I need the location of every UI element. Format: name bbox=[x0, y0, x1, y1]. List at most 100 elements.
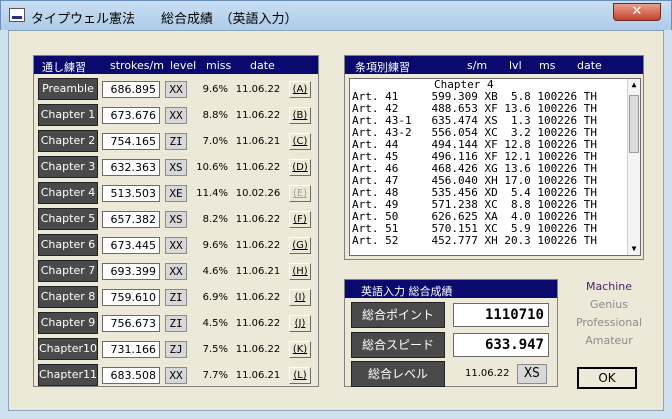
col-sm: s/m bbox=[467, 59, 488, 72]
level-option: Machine bbox=[585, 280, 633, 293]
level-value: ZI bbox=[165, 133, 187, 150]
date-value: 10.02.26 bbox=[235, 188, 281, 199]
miss-value: 10.6% bbox=[196, 162, 228, 173]
articles-list[interactable]: Chapter 4 Art. 41 599.309 XB 5.8 100226 … bbox=[349, 78, 641, 256]
miss-value: 9.6% bbox=[202, 84, 228, 95]
chapter-button[interactable]: Chapter 7 bbox=[38, 260, 98, 282]
level-option: Genius bbox=[589, 298, 629, 311]
level-option: Professional bbox=[575, 316, 643, 329]
window-title: タイプウェル憲法 総合成績 （英語入力） bbox=[31, 12, 298, 27]
col-level: level bbox=[170, 59, 197, 72]
scroll-down-arrow[interactable]: ▼ bbox=[628, 243, 640, 255]
practice-title: 通し練習 bbox=[42, 61, 86, 74]
col-strokes: strokes/m bbox=[110, 59, 164, 72]
chapter-button[interactable]: Chapter 6 bbox=[38, 234, 98, 256]
miss-value: 8.2% bbox=[202, 214, 228, 225]
level-option: Amateur bbox=[585, 334, 633, 347]
miss-value: 4.5% bbox=[202, 318, 228, 329]
miss-value: 8.8% bbox=[202, 110, 228, 121]
miss-value: 11.4% bbox=[196, 188, 228, 199]
app-icon[interactable] bbox=[9, 8, 25, 22]
total-speed-value: 633.947 bbox=[453, 333, 549, 357]
article-rows: Art. 41 599.309 XB 5.8 100226 TH Art. 42 … bbox=[350, 91, 640, 247]
chapter-button[interactable]: Chapter 1 bbox=[38, 104, 98, 126]
level-value: XE bbox=[165, 185, 187, 202]
chapter-button[interactable]: Chapter11 bbox=[38, 364, 98, 386]
close-button[interactable]: ✕ bbox=[613, 3, 661, 21]
strokes-value: 683.508 bbox=[102, 367, 160, 384]
level-value: ZJ bbox=[165, 341, 187, 358]
date-value: 11.06.22 bbox=[235, 162, 281, 173]
detail-link-button[interactable]: (J) bbox=[289, 315, 311, 332]
level-value: XX bbox=[165, 263, 187, 280]
chapter-button[interactable]: Chapter 2 bbox=[38, 130, 98, 152]
date-value: 11.06.22 bbox=[235, 292, 281, 303]
strokes-value: 693.399 bbox=[102, 263, 160, 280]
summary-title: 英語入力 総合成績 bbox=[361, 285, 453, 298]
level-value: ZI bbox=[165, 289, 187, 306]
detail-link-button[interactable]: (I) bbox=[289, 289, 311, 306]
detail-link-button[interactable]: (B) bbox=[289, 107, 311, 124]
miss-value: 7.5% bbox=[202, 344, 228, 355]
date-value: 11.06.22 bbox=[235, 110, 281, 121]
miss-value: 4.6% bbox=[202, 266, 228, 277]
level-value: XS bbox=[165, 211, 187, 228]
chapter-button[interactable]: Chapter 9 bbox=[38, 312, 98, 334]
detail-link-button[interactable]: (C) bbox=[289, 133, 311, 150]
date-value: 11.06.22 bbox=[235, 344, 281, 355]
detail-link-button[interactable]: (K) bbox=[289, 341, 311, 358]
chapter-button[interactable]: Chapter 3 bbox=[38, 156, 98, 178]
detail-link-button[interactable]: (L) bbox=[289, 367, 311, 384]
title-bar: タイプウェル憲法 総合成績 （英語入力） ✕ bbox=[0, 0, 672, 30]
detail-link-button[interactable]: (H) bbox=[289, 263, 311, 280]
level-value: XX bbox=[165, 367, 187, 384]
detail-link-button[interactable]: (G) bbox=[289, 237, 311, 254]
col-miss: miss bbox=[206, 59, 232, 72]
chapter-button[interactable]: Chapter 5 bbox=[38, 208, 98, 230]
practice-panel: 通し練習 strokes/m level miss date Preamble 6… bbox=[33, 55, 319, 387]
detail-link-button: (E) bbox=[289, 185, 311, 202]
chapter-button[interactable]: Chapter 8 bbox=[38, 286, 98, 308]
detail-link-button[interactable]: (F) bbox=[289, 211, 311, 228]
level-value: XX bbox=[165, 81, 187, 98]
strokes-value: 673.676 bbox=[102, 107, 160, 124]
level-value: XX bbox=[165, 107, 187, 124]
col-article-date: date bbox=[577, 59, 602, 72]
scroll-up-arrow[interactable]: ▲ bbox=[628, 79, 640, 91]
ok-button[interactable]: OK bbox=[577, 367, 637, 389]
articles-header: 条項別練習 s/m lvl ms date bbox=[345, 56, 643, 74]
detail-link-button[interactable]: (A) bbox=[289, 81, 311, 98]
total-level-value: XS bbox=[517, 364, 547, 384]
chapter-button[interactable]: Chapter10 bbox=[38, 338, 98, 360]
miss-value: 9.6% bbox=[202, 240, 228, 251]
level-value: XX bbox=[165, 237, 187, 254]
scroll-thumb[interactable] bbox=[629, 95, 639, 153]
miss-value: 7.7% bbox=[202, 370, 228, 381]
chapter-button[interactable]: Chapter 4 bbox=[38, 182, 98, 204]
col-lvl: lvl bbox=[509, 59, 522, 72]
detail-link-button[interactable]: (D) bbox=[289, 159, 311, 176]
total-level-label: 総合レベル bbox=[351, 361, 445, 387]
summary-header: 英語入力 総合成績 bbox=[345, 280, 557, 298]
articles-title: 条項別練習 bbox=[355, 61, 410, 74]
chapter-button[interactable]: Preamble bbox=[38, 78, 98, 100]
total-speed-label: 総合スピード bbox=[351, 332, 445, 358]
strokes-value: 759.610 bbox=[102, 289, 160, 306]
strokes-value: 754.165 bbox=[102, 133, 160, 150]
col-date: date bbox=[250, 59, 275, 72]
date-value: 11.06.22 bbox=[235, 240, 281, 251]
list-item[interactable]: Art. 52 452.777 XH 20.3 100226 TH bbox=[350, 235, 640, 247]
miss-value: 7.0% bbox=[202, 136, 228, 147]
strokes-value: 513.503 bbox=[102, 185, 160, 202]
articles-scrollbar[interactable]: ▲ ▼ bbox=[627, 79, 640, 255]
date-value: 11.06.21 bbox=[235, 370, 281, 381]
strokes-value: 632.363 bbox=[102, 159, 160, 176]
strokes-value: 657.382 bbox=[102, 211, 160, 228]
col-ms: ms bbox=[539, 59, 556, 72]
main-window: 通し練習 strokes/m level miss date Preamble 6… bbox=[8, 30, 664, 411]
articles-panel: 条項別練習 s/m lvl ms date Chapter 4 Art. 41 … bbox=[344, 55, 644, 260]
total-points-value: 1110710 bbox=[453, 303, 549, 327]
date-value: 11.06.21 bbox=[235, 136, 281, 147]
strokes-value: 673.445 bbox=[102, 237, 160, 254]
miss-value: 6.9% bbox=[202, 292, 228, 303]
